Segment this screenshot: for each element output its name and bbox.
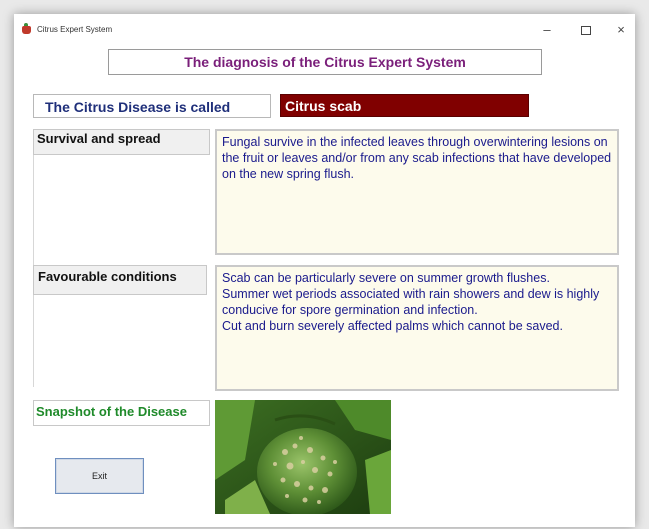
conditions-line: Scab can be particularly severe on summe… bbox=[222, 271, 550, 285]
app-icon bbox=[22, 23, 31, 34]
conditions-label: Favourable conditions bbox=[33, 265, 207, 295]
close-icon[interactable]: × bbox=[606, 22, 635, 38]
conditions-line: Cut and burn severely affected palms whi… bbox=[222, 319, 563, 333]
conditions-textarea[interactable]: Scab can be particularly severe on summe… bbox=[215, 265, 619, 391]
title-bar[interactable]: Citrus Expert System – × bbox=[14, 14, 635, 44]
survival-textarea[interactable]: Fungal survive in the infected leaves th… bbox=[215, 129, 619, 255]
survival-label: Survival and spread bbox=[33, 129, 210, 155]
disease-label: The Citrus Disease is called bbox=[33, 94, 271, 118]
maximize-icon[interactable] bbox=[571, 22, 601, 38]
disease-snapshot-image bbox=[215, 400, 391, 514]
exit-button[interactable]: Exit bbox=[55, 458, 144, 494]
app-window: Citrus Expert System – × The diagnosis o… bbox=[14, 14, 635, 527]
snapshot-label: Snapshot of the Disease bbox=[33, 400, 210, 426]
minimize-icon[interactable]: – bbox=[532, 22, 562, 38]
window-title: Citrus Expert System bbox=[37, 25, 113, 34]
conditions-line: Summer wet periods associated with rain … bbox=[222, 287, 600, 317]
disease-value-field: Citrus scab bbox=[280, 94, 529, 117]
page-title: The diagnosis of the Citrus Expert Syste… bbox=[108, 49, 542, 75]
